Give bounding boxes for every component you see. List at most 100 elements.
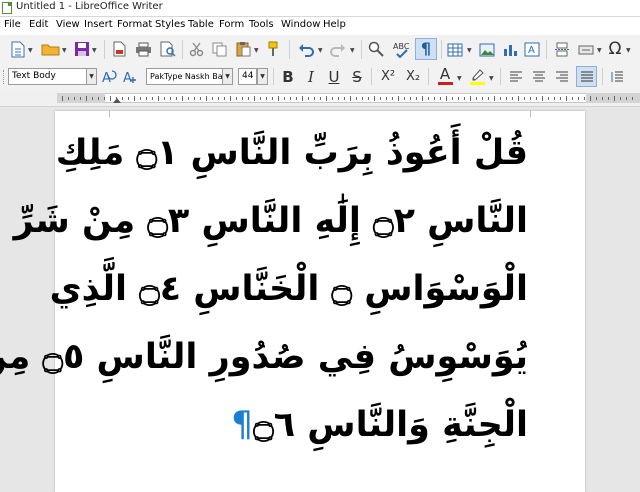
ruler-tick: [134, 96, 135, 101]
ruler-tick: [218, 97, 219, 100]
toolbar-grip[interactable]: [3, 70, 6, 84]
font-color-button[interactable]: A: [435, 66, 455, 86]
ruler-tick: [320, 97, 321, 100]
print-icon[interactable]: [134, 41, 152, 58]
menu-form[interactable]: Form: [219, 19, 244, 30]
chevron-down-icon[interactable]: ▼: [257, 68, 268, 85]
save-icon[interactable]: [73, 40, 90, 58]
justify-icon[interactable]: [576, 66, 597, 87]
omega-icon[interactable]: Ω: [606, 39, 624, 59]
menu-insert[interactable]: Insert: [84, 19, 113, 30]
align-left-icon[interactable]: [507, 67, 525, 86]
menu-table[interactable]: Table: [188, 19, 214, 30]
font-color-letter: A: [439, 65, 451, 83]
new-document-icon[interactable]: [10, 40, 26, 58]
separator: [182, 40, 183, 59]
menu-view[interactable]: View: [56, 19, 80, 30]
font-color-swatch: [437, 82, 453, 85]
copy-icon[interactable]: [211, 41, 228, 58]
menu-styles[interactable]: Styles: [155, 19, 185, 30]
separator: [273, 68, 274, 85]
pilcrow-glyph: ¶: [420, 39, 432, 58]
ruler-tick: [344, 97, 345, 100]
ruler-tick: [224, 97, 225, 100]
ruler-tick: [296, 97, 297, 100]
chevron-down-icon[interactable]: ▼: [86, 68, 97, 85]
chevron-down-icon[interactable]: ▼: [28, 47, 33, 54]
insert-textbox-icon[interactable]: A: [523, 41, 541, 58]
find-replace-icon[interactable]: [367, 40, 385, 58]
chevron-down-icon[interactable]: ▼: [467, 47, 472, 54]
chevron-down-icon[interactable]: ▼: [254, 47, 259, 54]
window-title: Untitled 1 - LibreOffice Writer: [16, 1, 163, 12]
insert-chart-icon[interactable]: [501, 41, 519, 58]
menu-format[interactable]: Format: [117, 19, 152, 30]
print-preview-icon[interactable]: [159, 40, 176, 58]
ruler-tick: [386, 97, 387, 100]
chevron-down-icon[interactable]: ▼: [350, 47, 355, 54]
ruler-tick: [170, 97, 171, 100]
chevron-down-icon[interactable]: ▼: [62, 47, 67, 54]
chevron-down-icon[interactable]: ▼: [597, 47, 602, 54]
insert-image-icon[interactable]: [478, 41, 496, 58]
chevron-down-icon[interactable]: ▼: [489, 75, 494, 82]
insert-table-icon[interactable]: [446, 41, 464, 58]
insert-field-icon[interactable]: [577, 41, 595, 58]
font-size-combo[interactable]: 44: [238, 68, 257, 85]
ruler-tick: [632, 97, 633, 100]
paragraph-style-combo[interactable]: Text Body: [8, 68, 87, 85]
paste-icon[interactable]: [235, 40, 252, 58]
horizontal-ruler[interactable]: [0, 89, 640, 107]
open-folder-icon[interactable]: [40, 41, 60, 57]
ruler-tick: [458, 97, 459, 100]
ruler-tick: [374, 96, 375, 101]
line-spacing-icon[interactable]: [608, 67, 626, 86]
align-center-icon[interactable]: [530, 67, 548, 86]
pilcrow-icon[interactable]: ¶: [415, 38, 437, 60]
update-style-icon[interactable]: A: [100, 67, 118, 86]
ruler-tick: [74, 97, 75, 100]
chevron-down-icon[interactable]: ▼: [222, 68, 233, 85]
export-pdf-icon[interactable]: [111, 40, 127, 58]
align-right-icon[interactable]: [553, 67, 571, 86]
text-line-3[interactable]: الْوَسْوَاسِ ۝ الْخَنَّاسِ ۝٤ الَّذِي: [50, 272, 528, 307]
chevron-down-icon[interactable]: ▼: [92, 47, 97, 54]
chevron-down-icon[interactable]: ▼: [318, 47, 323, 54]
vertical-scrollbar[interactable]: [633, 107, 640, 492]
ruler-tick: [560, 97, 561, 100]
ruler-tick: [122, 97, 123, 100]
menu-file[interactable]: File: [4, 19, 21, 30]
text-line-4[interactable]: يُوَسْوِسُ فِي صُدُورِ النَّاسِ ۝٥ مِنَ: [0, 340, 528, 375]
menu-window[interactable]: Window: [281, 19, 320, 30]
redo-icon[interactable]: [329, 41, 347, 58]
separator: [546, 40, 547, 59]
ruler-tick: [464, 97, 465, 100]
document-page[interactable]: قُلْ أَعُوذُ بِرَبِّ النَّاسِ ۝١ مَلِكِ …: [0, 111, 585, 492]
strikethrough-button[interactable]: S: [348, 67, 366, 86]
italic-button[interactable]: I: [302, 67, 320, 86]
menu-tools[interactable]: Tools: [249, 19, 274, 30]
clone-formatting-icon[interactable]: [265, 40, 282, 58]
chevron-down-icon[interactable]: ▼: [457, 75, 462, 82]
subscript-button[interactable]: X₂: [402, 67, 424, 86]
superscript-button[interactable]: X²: [377, 67, 399, 86]
undo-icon[interactable]: [297, 41, 315, 58]
underline-button[interactable]: U: [325, 67, 343, 86]
text-line-2[interactable]: النَّاسِ ۝٢ إِلَٰهِ النَّاسِ ۝٣ مِنْ شَر…: [14, 204, 528, 239]
ruler-tick: [512, 97, 513, 100]
ruler-tick: [440, 97, 441, 100]
font-name-combo[interactable]: PakType Naskh Ba: [146, 68, 223, 85]
bold-button[interactable]: B: [279, 67, 297, 86]
page-break-icon[interactable]: [553, 41, 571, 58]
cut-icon[interactable]: [188, 41, 205, 58]
new-style-icon[interactable]: A: [121, 67, 139, 86]
menu-help[interactable]: Help: [323, 19, 346, 30]
text-line-1[interactable]: قُلْ أَعُوذُ بِرَبِّ النَّاسِ ۝١ مَلِكِ: [56, 136, 528, 171]
ruler-tick: [446, 96, 447, 101]
text-line-5[interactable]: الْجِنَّةِ وَالنَّاسِ ۝٦¶: [231, 408, 528, 443]
chevron-down-icon[interactable]: ▼: [626, 47, 631, 54]
ruler-indent-marker[interactable]: [113, 98, 121, 103]
highlight-color-button[interactable]: [467, 66, 487, 86]
menu-edit[interactable]: Edit: [29, 19, 48, 30]
spelling-icon[interactable]: ABC: [392, 39, 412, 59]
